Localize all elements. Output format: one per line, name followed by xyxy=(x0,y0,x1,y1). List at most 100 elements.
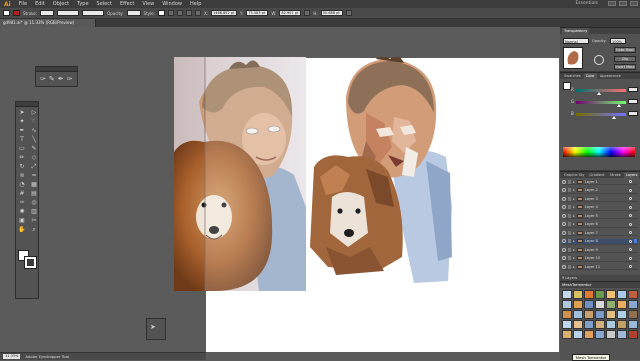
zoom-field[interactable]: 11.33% xyxy=(3,354,21,359)
expand-triangle-icon[interactable]: ▸ xyxy=(573,256,575,260)
visibility-eye-icon[interactable] xyxy=(562,179,566,184)
lock-toggle-icon[interactable] xyxy=(568,230,571,235)
direct-select-icon[interactable]: ▷ xyxy=(29,109,39,117)
lock-toggle-icon[interactable] xyxy=(568,213,571,218)
tab-transparency[interactable]: Transparency xyxy=(562,28,590,34)
mesh-tool-tile[interactable] xyxy=(562,320,572,329)
mesh-tool-tile[interactable] xyxy=(617,300,627,309)
selection-indicator[interactable] xyxy=(634,180,637,184)
selection-indicator[interactable] xyxy=(634,222,637,226)
constrain-link-icon[interactable] xyxy=(304,10,311,16)
expand-triangle-icon[interactable]: ▸ xyxy=(573,265,575,269)
shape-builder-icon[interactable]: ◔ xyxy=(17,181,27,189)
eyedropper-alt-icon[interactable]: ✑ xyxy=(67,75,73,84)
color-spectrum[interactable] xyxy=(563,147,635,157)
tab-stroke[interactable]: Stroke xyxy=(608,172,623,178)
visibility-eye-icon[interactable] xyxy=(562,264,566,269)
tab-gradient[interactable]: Gradient xyxy=(587,172,606,178)
align-icon[interactable] xyxy=(167,10,174,16)
stroke-box[interactable] xyxy=(24,256,37,269)
mesh-tool-tile[interactable] xyxy=(573,290,583,299)
mesh-tool-tile[interactable] xyxy=(595,290,605,299)
menu-effect[interactable]: Effect xyxy=(120,1,134,7)
variable-width-dropdown[interactable] xyxy=(57,10,80,16)
visibility-eye-icon[interactable] xyxy=(562,239,566,243)
maximize-icon[interactable] xyxy=(619,1,627,6)
selection-indicator[interactable] xyxy=(634,256,637,260)
lasso-icon[interactable]: ➰ xyxy=(29,118,39,126)
lock-toggle-icon[interactable] xyxy=(568,179,571,184)
width-icon[interactable]: ≋ xyxy=(17,172,27,180)
align-right-icon[interactable] xyxy=(185,10,192,16)
mesh-tool-tile[interactable] xyxy=(606,320,616,329)
selection-arrow-icon[interactable]: ➤ xyxy=(147,319,165,335)
artboard-icon[interactable]: ▣ xyxy=(17,217,27,225)
mesh-icon[interactable]: # xyxy=(17,190,27,198)
pencil-icon[interactable]: ✏ xyxy=(17,154,27,162)
target-circle-icon[interactable] xyxy=(629,222,632,226)
menu-select[interactable]: Select xyxy=(97,1,112,7)
lock-toggle-icon[interactable] xyxy=(568,222,571,226)
layer-row[interactable]: ▸ Layer 11 xyxy=(562,264,638,270)
transform-icon[interactable] xyxy=(194,10,201,16)
mesh-tool-tile[interactable] xyxy=(584,310,594,319)
more-options-icon[interactable] xyxy=(345,10,352,16)
expand-triangle-icon[interactable]: ▸ xyxy=(573,180,575,184)
mesh-tool-tile[interactable] xyxy=(573,300,583,309)
layer-row[interactable]: ▸ Layer 2 xyxy=(562,188,638,194)
selection-indicator[interactable] xyxy=(634,239,637,243)
channel-g-value[interactable] xyxy=(628,99,638,104)
selection-indicator[interactable] xyxy=(634,205,637,209)
layer-name[interactable]: Layer 2 xyxy=(585,188,598,192)
mesh-tool-tile[interactable] xyxy=(617,330,627,339)
layer-row[interactable]: ▸ Layer 3 xyxy=(562,196,638,202)
mesh-tool-tile[interactable] xyxy=(562,310,572,319)
workspace-switcher[interactable]: Essentials xyxy=(575,0,598,8)
mesh-tool-tile[interactable] xyxy=(628,290,638,299)
stroke-swatch[interactable] xyxy=(13,10,20,16)
invert-mask-checkbox[interactable]: Invert Mask xyxy=(614,64,636,70)
eyedropper-icon[interactable]: ✑ xyxy=(40,75,46,84)
target-circle-icon[interactable] xyxy=(629,205,632,209)
expand-triangle-icon[interactable]: ▸ xyxy=(573,222,575,226)
layer-name[interactable]: Layer 10 xyxy=(585,256,600,260)
graph-icon[interactable]: ▥ xyxy=(29,208,39,216)
mesh-tool-tile[interactable] xyxy=(562,290,572,299)
mesh-tool-tile[interactable] xyxy=(584,300,594,309)
blend-icon[interactable]: ◎ xyxy=(29,199,39,207)
layer-name[interactable]: Layer 7 xyxy=(585,231,598,235)
layer-row[interactable]: ▸ Layer 4 xyxy=(562,205,638,211)
expand-triangle-icon[interactable]: ▸ xyxy=(573,214,575,218)
layer-row[interactable]: ▸ Layer 7 xyxy=(562,230,638,236)
mesh-tool-tile[interactable] xyxy=(617,310,627,319)
tab-appearance[interactable]: Appearance xyxy=(598,73,623,79)
fill-swatch[interactable] xyxy=(3,10,10,16)
paintbrush-icon[interactable]: ✎ xyxy=(29,145,39,153)
lock-toggle-icon[interactable] xyxy=(568,239,571,243)
menu-view[interactable]: View xyxy=(142,1,154,7)
target-circle-icon[interactable] xyxy=(629,231,632,234)
layer-name[interactable]: Layer 1 xyxy=(585,180,598,184)
curvature-icon[interactable]: ∿ xyxy=(29,127,39,135)
mesh-tool-tile[interactable] xyxy=(606,310,616,319)
mesh-tool-tile[interactable] xyxy=(573,330,583,339)
target-circle-icon[interactable] xyxy=(629,188,632,192)
expand-triangle-icon[interactable]: ▸ xyxy=(573,239,575,243)
type-icon[interactable]: T xyxy=(17,136,27,144)
fill-stroke-control[interactable] xyxy=(18,250,37,269)
layer-name[interactable]: Layer 9 xyxy=(585,248,598,252)
layer-row[interactable]: ▸ Layer 10 xyxy=(562,256,638,262)
layer-row[interactable]: ▸ Layer 8 xyxy=(562,238,638,245)
mesh-tool-tile[interactable] xyxy=(584,320,594,329)
layer-name[interactable]: Layer 5 xyxy=(585,214,598,218)
selection-indicator[interactable] xyxy=(634,188,637,192)
opacity-field[interactable]: 100% xyxy=(610,38,626,44)
mesh-tool-tile[interactable] xyxy=(562,300,572,309)
mesh-tool-tile[interactable] xyxy=(584,290,594,299)
visibility-eye-icon[interactable] xyxy=(562,196,566,201)
stroke-weight-field[interactable] xyxy=(40,10,55,16)
channel-b-value[interactable] xyxy=(628,111,638,116)
lock-toggle-icon[interactable] xyxy=(568,264,571,269)
visibility-eye-icon[interactable] xyxy=(562,213,566,218)
lock-toggle-icon[interactable] xyxy=(568,188,571,192)
